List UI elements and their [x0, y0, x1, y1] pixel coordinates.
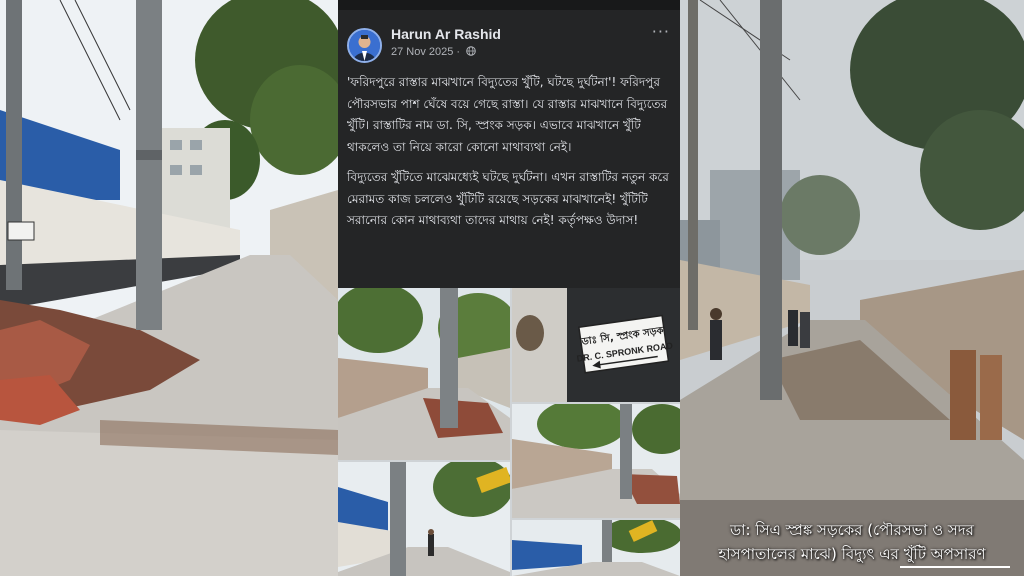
grid-photo-2[interactable]: ডাঃ সি, স্প্রংক সড়ক DR. C. SPRONK ROAD	[512, 288, 680, 402]
grid-photo-3[interactable]	[512, 404, 680, 518]
post-date[interactable]: 27 Nov 2025 ·	[391, 46, 476, 58]
grid-photo-5[interactable]	[512, 520, 680, 576]
caption-underline	[900, 566, 1010, 568]
post-paragraph-1: 'ফরিদপুরে রাস্তার মাঝখানে বিদ্যুতের খুঁট…	[347, 75, 668, 154]
post-body: 'ফরিদপুরে রাস্তার মাঝখানে বিদ্যুতের খুঁট…	[347, 72, 673, 241]
grid-photo-1[interactable]	[338, 288, 510, 460]
globe-icon	[466, 46, 476, 58]
video-caption-line1: ডা: সিএ স্প্রঙ্ক সড়কের (পৌরসভা ও সদর	[730, 521, 974, 539]
avatar[interactable]	[347, 28, 382, 63]
more-options-icon[interactable]: ···	[652, 22, 670, 41]
video-caption: ডা: সিএ স্প্রঙ্ক সড়কের (পৌরসভা ও সদর হা…	[680, 518, 1024, 566]
right-video-frame[interactable]	[680, 0, 1024, 576]
grid-photo-4[interactable]	[338, 462, 510, 576]
left-street-photo	[0, 0, 338, 576]
post-date-text: 27 Nov 2025 ·	[391, 46, 464, 58]
video-caption-line2: হাসপাতালের মাঝে) বিদ্যুৎ এর খুঁটি অপসারণ	[718, 545, 986, 563]
post-paragraph-2: বিদ্যুতের খুঁটিতে মাঝেমধ্যেই ঘটছে দুর্ঘট…	[347, 170, 669, 227]
author-name[interactable]: Harun Ar Rashid	[391, 26, 501, 42]
top-bar	[338, 0, 680, 10]
facebook-post-card: Harun Ar Rashid 27 Nov 2025 · ··· 'ফরিদপ…	[338, 0, 680, 288]
